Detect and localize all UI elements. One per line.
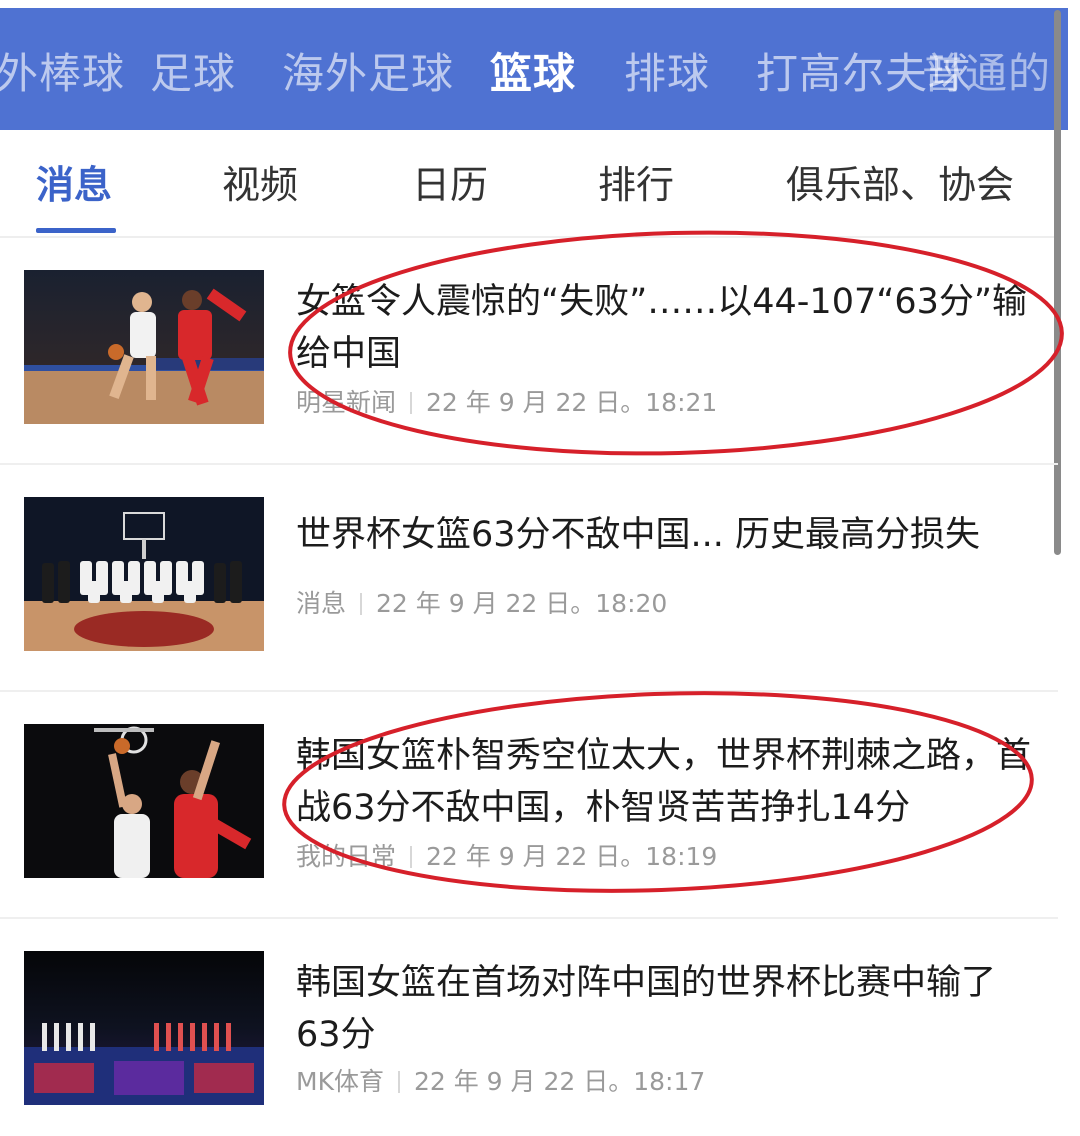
news-item-3[interactable]: 韩国女篮朴智秀空位太大，世界杯荆棘之路，首战63分不敌中国，朴智贤苦苦挣扎14分… — [0, 690, 1058, 919]
meta-divider — [410, 392, 413, 414]
meta-divider — [360, 593, 363, 615]
sport-tab-overseas-football[interactable]: 海外足球 — [282, 46, 454, 102]
tab-clubs[interactable]: 俱乐部、协会 — [786, 160, 1014, 210]
news-time: 22 年 9 月 22 日。18:17 — [413, 1067, 706, 1096]
sport-tab-volleyball[interactable]: 排球 — [624, 46, 710, 102]
sport-tab-general[interactable]: 普通的 — [922, 46, 1051, 102]
sport-tab-football[interactable]: 足球 — [150, 46, 236, 102]
news-item-4[interactable]: 韩国女篮在首场对阵中国的世界杯比赛中输了63分 MK体育 22 年 9 月 22 … — [0, 917, 1058, 1136]
news-app-screen: 外棒球 足球 海外足球 篮球 排球 打高尔夫球 普通的 消息 视频 日历 排行 … — [0, 0, 1080, 1136]
team-photo-icon — [24, 497, 264, 651]
basketball-layup-photo-icon — [24, 724, 264, 878]
news-source: 明星新闻 — [296, 388, 397, 417]
sport-tab-basketball[interactable]: 篮球 — [490, 46, 576, 102]
news-source: 我的日常 — [296, 842, 397, 871]
news-thumbnail — [24, 270, 264, 424]
news-time: 22 年 9 月 22 日。18:19 — [426, 842, 718, 871]
basketball-drive-photo-icon — [24, 270, 264, 424]
news-item-1[interactable]: 女篮令人震惊的“失败”……以44-107“63分”输给中国 明星新闻 22 年 9… — [0, 236, 1058, 465]
news-thumbnail — [24, 724, 264, 878]
news-meta: MK体育 22 年 9 月 22 日。18:17 — [296, 1065, 705, 1099]
news-source: MK体育 — [296, 1067, 384, 1096]
meta-divider — [397, 1071, 400, 1093]
news-meta: 消息 22 年 9 月 22 日。18:20 — [296, 587, 667, 621]
active-tab-underline — [36, 228, 116, 233]
tab-video[interactable]: 视频 — [222, 160, 298, 210]
news-title[interactable]: 女篮令人震惊的“失败”……以44-107“63分”输给中国 — [296, 276, 1036, 380]
news-meta: 明星新闻 22 年 9 月 22 日。18:21 — [296, 386, 717, 420]
arena-lineup-photo-icon — [24, 951, 264, 1105]
news-source: 消息 — [296, 589, 347, 618]
news-title[interactable]: 韩国女篮在首场对阵中国的世界杯比赛中输了63分 — [296, 957, 1036, 1061]
sport-tab-baseball[interactable]: 外棒球 — [0, 46, 125, 102]
news-meta: 我的日常 22 年 9 月 22 日。18:19 — [296, 840, 717, 874]
sport-category-bar: 外棒球 足球 海外足球 篮球 排球 打高尔夫球 普通的 — [0, 8, 1068, 130]
news-item-2[interactable]: 世界杯女篮63分不敌中国... 历史最高分损失 消息 22 年 9 月 22 日。… — [0, 463, 1058, 692]
news-thumbnail — [24, 951, 264, 1105]
news-title[interactable]: 韩国女篮朴智秀空位太大，世界杯荆棘之路，首战63分不敌中国，朴智贤苦苦挣扎14分 — [296, 730, 1036, 834]
news-thumbnail — [24, 497, 264, 651]
news-time: 22 年 9 月 22 日。18:21 — [426, 388, 718, 417]
news-title[interactable]: 世界杯女篮63分不敌中国... 历史最高分损失 — [296, 509, 1036, 561]
tab-calendar[interactable]: 日历 — [412, 160, 488, 210]
tab-ranking[interactable]: 排行 — [598, 160, 674, 210]
meta-divider — [410, 846, 413, 868]
news-time: 22 年 9 月 22 日。18:20 — [376, 589, 668, 618]
sub-tab-bar: 消息 视频 日历 排行 俱乐部、协会 — [0, 130, 1060, 238]
tab-news[interactable]: 消息 — [36, 160, 112, 210]
